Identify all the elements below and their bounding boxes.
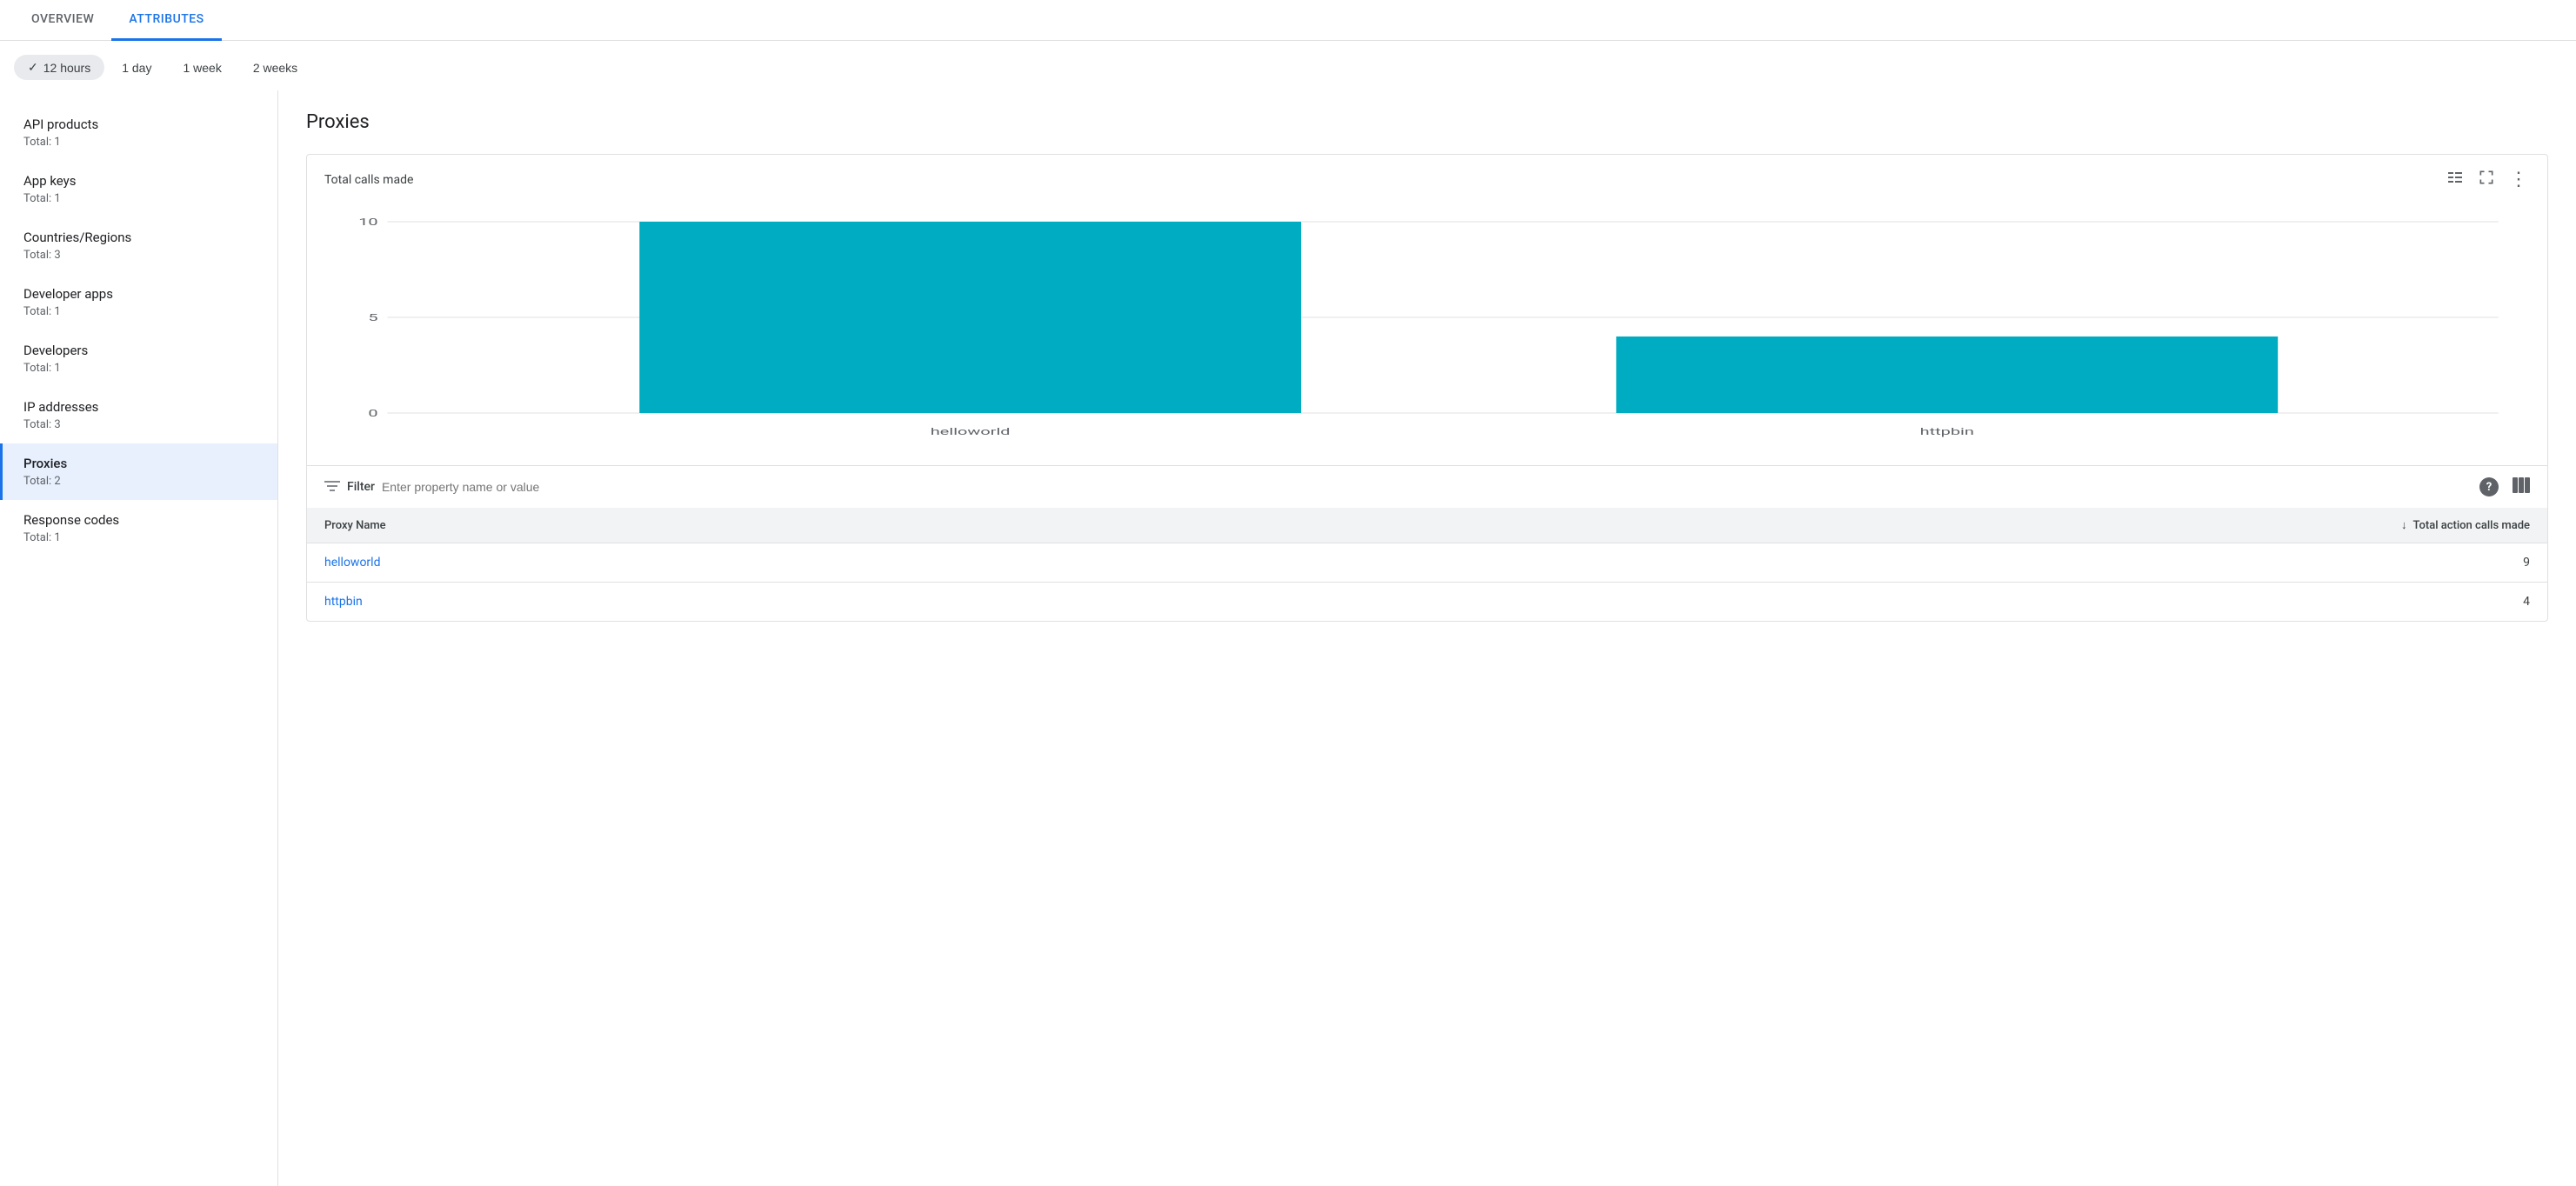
time-filter-2weeks[interactable]: 2 weeks <box>239 56 311 80</box>
sidebar-item-proxies-name: Proxies <box>23 456 257 471</box>
sidebar-item-proxies[interactable]: Proxies Total: 2 <box>0 443 277 500</box>
proxy-link-httpbin[interactable]: httpbin <box>324 595 363 609</box>
sidebar-item-ip-addresses-name: IP addresses <box>23 399 257 415</box>
time-filter-bar: ✓ 12 hours 1 day 1 week 2 weeks <box>0 41 2576 90</box>
tab-attributes[interactable]: ATTRIBUTES <box>111 0 221 41</box>
check-icon: ✓ <box>28 60 38 75</box>
sidebar-item-response-codes-total: Total: 1 <box>23 531 257 544</box>
sidebar-item-api-products[interactable]: API products Total: 1 <box>0 104 277 161</box>
sidebar-item-developers-name: Developers <box>23 343 257 358</box>
time-filter-1week-label: 1 week <box>183 61 221 75</box>
chart-title: Total calls made <box>324 173 413 187</box>
col-proxy-name: Proxy Name <box>307 508 1137 543</box>
chart-legend-icon[interactable] <box>2446 170 2464 189</box>
sidebar-item-api-products-name: API products <box>23 117 257 132</box>
sidebar-item-developers[interactable]: Developers Total: 1 <box>0 330 277 387</box>
filter-row: Filter ? <box>307 465 2547 508</box>
sidebar-item-countries-regions-name: Countries/Regions <box>23 230 257 245</box>
table-cell-total-calls-1: 9 <box>1137 543 2547 583</box>
sidebar-item-ip-addresses-total: Total: 3 <box>23 418 257 431</box>
bar-chart-svg: 10 5 0 helloworld httpbin <box>324 204 2530 448</box>
svg-text:5: 5 <box>368 312 377 323</box>
sidebar-item-developer-apps-name: Developer apps <box>23 286 257 302</box>
page-title: Proxies <box>306 111 2548 133</box>
bar-chart-container: 10 5 0 helloworld httpbin <box>307 197 2547 465</box>
filter-columns-icon[interactable] <box>2513 476 2530 497</box>
col-total-calls-label: Total action calls made <box>2412 519 2530 532</box>
svg-text:0: 0 <box>368 408 377 419</box>
chart-header: Total calls made <box>307 155 2547 197</box>
sidebar-item-countries-regions[interactable]: Countries/Regions Total: 3 <box>0 217 277 274</box>
time-filter-1week[interactable]: 1 week <box>169 56 235 80</box>
chart-actions: ⋮ <box>2446 169 2530 190</box>
sidebar-item-response-codes[interactable]: Response codes Total: 1 <box>0 500 277 556</box>
bar-helloworld <box>639 222 1301 413</box>
sidebar-item-app-keys-name: App keys <box>23 173 257 189</box>
content-area: Proxies Total calls made <box>278 90 2576 1186</box>
sidebar-item-api-products-total: Total: 1 <box>23 136 257 149</box>
proxy-link-helloworld[interactable]: helloworld <box>324 556 380 570</box>
time-filter-1day[interactable]: 1 day <box>108 56 165 80</box>
filter-right-icons: ? <box>2479 476 2530 497</box>
data-table: Proxy Name ↓ Total action calls made hel… <box>307 508 2547 621</box>
chart-card: Total calls made <box>306 154 2548 622</box>
sidebar-item-developers-total: Total: 1 <box>23 362 257 375</box>
sidebar-item-developer-apps-total: Total: 1 <box>23 305 257 318</box>
time-filter-12hours-label: 12 hours <box>43 61 90 75</box>
time-filter-2weeks-label: 2 weeks <box>253 61 297 75</box>
sidebar-item-developer-apps[interactable]: Developer apps Total: 1 <box>0 274 277 330</box>
filter-input[interactable] <box>382 480 2473 494</box>
sidebar-item-ip-addresses[interactable]: IP addresses Total: 3 <box>0 387 277 443</box>
svg-text:10: 10 <box>358 217 377 228</box>
chart-fullscreen-icon[interactable] <box>2478 169 2495 190</box>
svg-text:helloworld: helloworld <box>931 426 1011 437</box>
time-filter-12hours[interactable]: ✓ 12 hours <box>14 55 104 80</box>
table-row: httpbin 4 <box>307 583 2547 622</box>
svg-text:httpbin: httpbin <box>1920 426 1974 437</box>
bar-httpbin <box>1616 336 2278 413</box>
tab-overview[interactable]: OVERVIEW <box>14 0 111 41</box>
filter-label: Filter <box>347 480 375 494</box>
sidebar-item-countries-regions-total: Total: 3 <box>23 249 257 262</box>
table-header-row: Proxy Name ↓ Total action calls made <box>307 508 2547 543</box>
time-filter-1day-label: 1 day <box>122 61 151 75</box>
table-cell-total-calls-2: 4 <box>1137 583 2547 622</box>
main-layout: API products Total: 1 App keys Total: 1 … <box>0 90 2576 1186</box>
sidebar: API products Total: 1 App keys Total: 1 … <box>0 90 278 1186</box>
sidebar-item-response-codes-name: Response codes <box>23 512 257 528</box>
filter-icon <box>324 478 340 496</box>
table-cell-proxy-name-2: httpbin <box>307 583 1137 622</box>
table-cell-proxy-name-1: helloworld <box>307 543 1137 583</box>
col-total-calls[interactable]: ↓ Total action calls made <box>1137 508 2547 543</box>
sidebar-item-proxies-total: Total: 2 <box>23 475 257 488</box>
top-nav-tabs: OVERVIEW ATTRIBUTES <box>0 0 2576 41</box>
sidebar-item-app-keys[interactable]: App keys Total: 1 <box>0 161 277 217</box>
chart-more-icon[interactable]: ⋮ <box>2509 170 2530 190</box>
filter-help-icon[interactable]: ? <box>2479 477 2499 496</box>
table-row: helloworld 9 <box>307 543 2547 583</box>
sort-arrow-icon: ↓ <box>2401 518 2407 532</box>
sidebar-item-app-keys-total: Total: 1 <box>23 192 257 205</box>
